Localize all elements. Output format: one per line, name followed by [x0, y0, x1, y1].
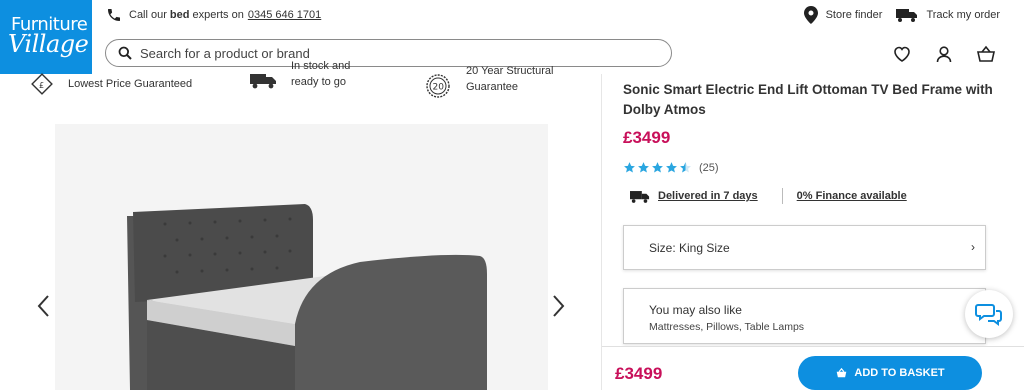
delivery-divider — [781, 188, 783, 204]
rating-stars[interactable]: (25) — [623, 161, 719, 174]
header-icons — [870, 44, 996, 64]
feature-price: £ Lowest Price Guaranteed — [30, 72, 192, 96]
delivery-link[interactable]: Delivered in 7 days — [658, 190, 758, 202]
search-input[interactable]: Search for a product or brand — [105, 39, 672, 67]
search-icon — [118, 46, 132, 60]
feature-stock-line1: In stock and — [291, 60, 351, 72]
bed-illustration — [127, 204, 487, 390]
half-star-icon — [680, 162, 691, 173]
phone-number-link[interactable]: 0345 646 1701 — [248, 9, 321, 21]
track-order-link[interactable]: Track my order — [896, 8, 1000, 22]
also-like-items: Mattresses, Pillows, Table Lamps — [649, 321, 805, 333]
delivery-finance-row: Delivered in 7 days 0% Finance available — [630, 188, 907, 204]
user-icon[interactable] — [934, 44, 954, 64]
call-suffix: experts on — [192, 9, 244, 21]
also-like-title: You may also like — [649, 303, 742, 317]
product-price: £3499 — [623, 128, 671, 147]
guarantee-badge-icon: 20 — [426, 74, 450, 98]
feature-guarantee-line2: Guarantee — [466, 81, 518, 93]
svg-text:£: £ — [39, 81, 44, 90]
chevron-right-icon: › — [971, 240, 975, 254]
basket-icon[interactable] — [976, 44, 996, 64]
chat-button[interactable] — [965, 290, 1013, 338]
delivery-truck-icon — [896, 9, 918, 22]
heart-icon[interactable] — [892, 44, 912, 64]
star-icon — [652, 162, 663, 173]
feature-stock-line2: ready to go — [291, 76, 347, 88]
search-placeholder: Search for a product or brand — [140, 45, 310, 61]
finance-link[interactable]: 0% Finance available — [797, 190, 907, 202]
star-icon — [666, 162, 677, 173]
sticky-buy-bar: £3499 ADD TO BASKET — [602, 346, 1024, 390]
basket-icon — [837, 367, 847, 378]
store-finder-label: Store finder — [825, 9, 883, 21]
prev-image-arrow[interactable] — [34, 293, 54, 319]
call-bar: Call our bed experts on 0345 646 1701 — [106, 6, 321, 24]
logo-text-bottom: Village — [8, 30, 89, 58]
call-prefix: Call our — [129, 9, 167, 21]
add-to-basket-label: ADD TO BASKET — [854, 367, 945, 379]
phone-icon — [108, 9, 120, 21]
sticky-price: £3499 — [615, 364, 663, 383]
top-right-links: Store finder Track my order — [790, 6, 1000, 24]
delivery-truck-icon — [250, 74, 276, 89]
product-image[interactable] — [55, 124, 548, 390]
call-bold: bed — [169, 9, 190, 21]
size-label: Size: King Size — [649, 240, 730, 255]
add-to-basket-button[interactable]: ADD TO BASKET — [798, 356, 982, 390]
svg-text:20: 20 — [433, 83, 445, 93]
price-tag-icon: £ — [31, 73, 53, 95]
feature-guarantee: 20 20 Year Structural Guarantee — [424, 65, 553, 100]
feature-guarantee-line1: 20 Year Structural — [466, 65, 554, 77]
next-image-arrow[interactable] — [548, 293, 568, 319]
review-count[interactable]: (25) — [699, 162, 719, 174]
store-finder-link[interactable]: Store finder — [803, 6, 883, 24]
also-like-panel[interactable]: You may also like Mattresses, Pillows, T… — [623, 288, 986, 344]
delivery-truck-icon — [630, 190, 650, 203]
product-title: Sonic Smart Electric End Lift Ottoman TV… — [623, 82, 993, 117]
star-icon — [624, 162, 635, 173]
feature-price-text: Lowest Price Guaranteed — [68, 78, 193, 90]
brand-logo[interactable]: Furniture Village — [0, 0, 92, 74]
star-icon — [638, 162, 649, 173]
size-selector[interactable]: Size: King Size › — [623, 225, 986, 270]
feature-stock: In stock and ready to go — [250, 60, 350, 90]
track-order-label: Track my order — [926, 9, 1000, 21]
chat-bubbles-icon — [975, 304, 1002, 326]
location-pin-icon — [803, 6, 818, 24]
column-divider — [601, 74, 602, 390]
